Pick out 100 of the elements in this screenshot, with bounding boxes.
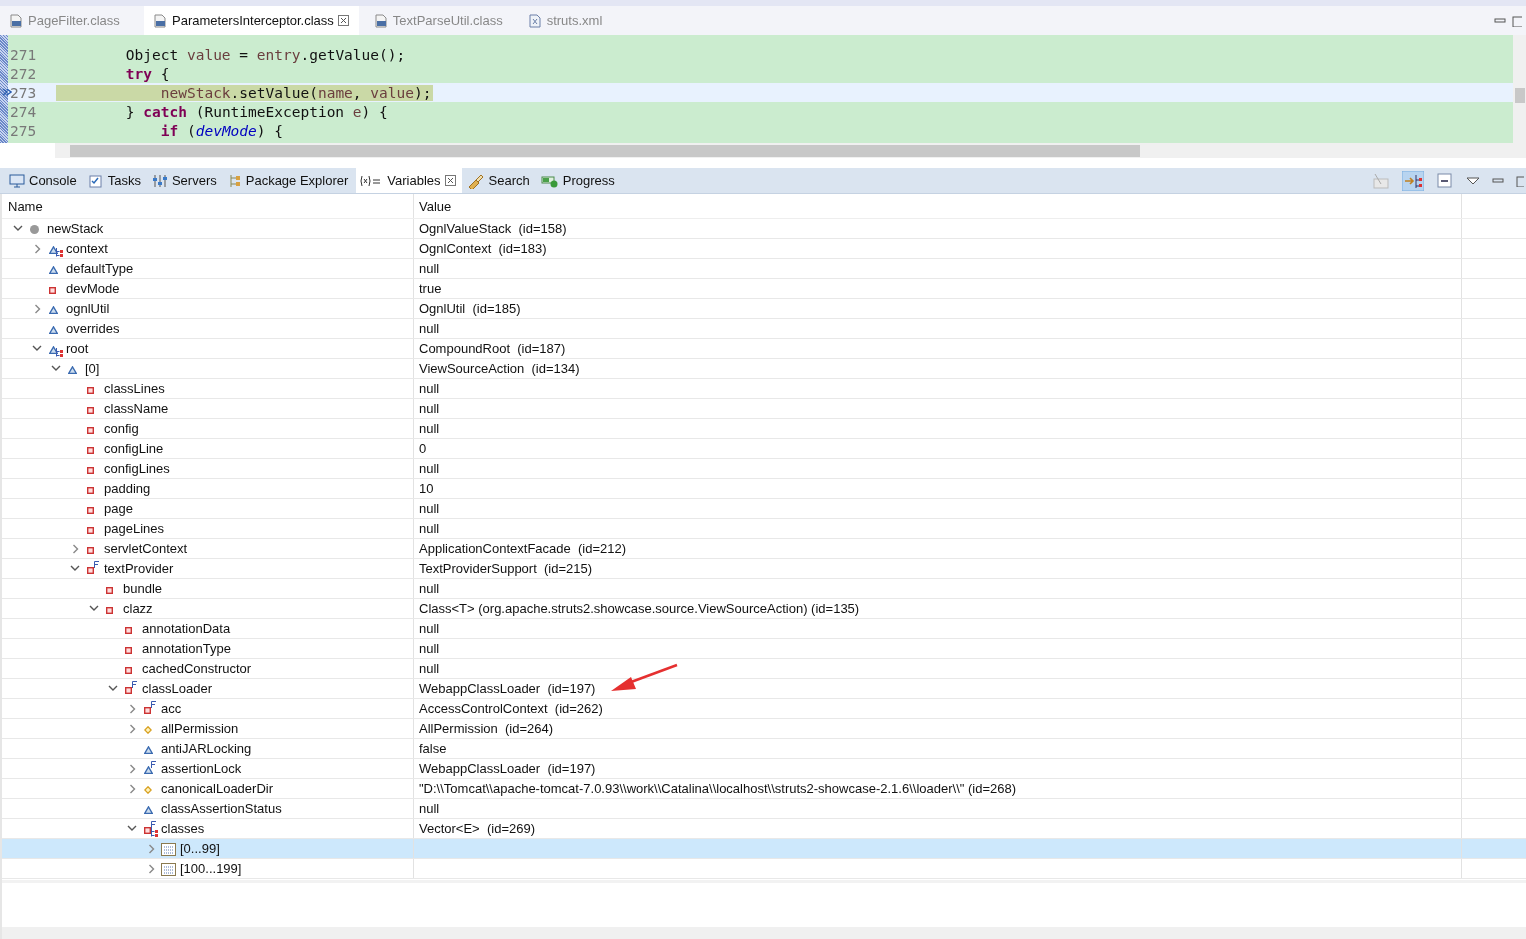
chevron-down-icon[interactable] (13, 225, 23, 232)
tree-row[interactable]: classLoader WebappClassLoader (id=197) (2, 679, 1526, 699)
column-header[interactable]: Name (8, 198, 43, 214)
variable-name: context (66, 241, 108, 256)
variable-name: antiJARLocking (161, 741, 252, 756)
tree-row[interactable]: configLines null (2, 459, 1526, 479)
sliders-icon (151, 173, 168, 188)
line-number: 272 (9, 65, 38, 82)
collapse-all-icon[interactable] (1436, 171, 1454, 190)
tree-row[interactable]: defaultType null (2, 259, 1526, 279)
variable-value: null (419, 321, 440, 336)
tree-row[interactable]: context OgnlContext (id=183) (2, 239, 1526, 259)
variable-name: clazz (123, 601, 153, 616)
tree-row[interactable]: devMode true (2, 279, 1526, 299)
tree-row[interactable]: clazz Class<T> (org.apache.struts2.showcase.source.ViewSourceAction) (id=135) (2, 599, 1526, 619)
arrow-hierarchy-icon[interactable] (1402, 170, 1424, 191)
column-header[interactable]: Value (419, 198, 452, 214)
maximize-icon[interactable] (1516, 174, 1524, 187)
tree-row[interactable]: ognlUtil OgnlUtil (id=185) (2, 299, 1526, 319)
tree-row[interactable]: [0...99] (2, 839, 1526, 859)
tree-row[interactable]: [0] ViewSourceAction (id=134) (2, 359, 1526, 379)
chevron-down-icon[interactable] (127, 825, 137, 832)
chevron-right-icon[interactable] (128, 723, 136, 734)
view-tab[interactable]: Package Explorer (224, 168, 355, 193)
chevron-right-icon[interactable] (128, 703, 136, 714)
tree-row[interactable]: overrides null (2, 319, 1526, 339)
chevron-down-icon[interactable] (89, 605, 99, 612)
tree-row[interactable]: classAssertionStatus null (2, 799, 1526, 819)
vertical-scrollbar[interactable] (1513, 35, 1526, 143)
monitor-icon (9, 173, 25, 188)
close-icon[interactable] (337, 15, 349, 26)
chevron-down-icon[interactable] (70, 565, 80, 572)
tree-row[interactable]: root CompoundRoot (id=187) (2, 339, 1526, 359)
tree-row[interactable]: [100...199] (2, 859, 1526, 879)
view-tab[interactable]: Servers (148, 168, 223, 193)
variable-value: ViewSourceAction (id=134) (419, 361, 580, 376)
chevron-right-icon[interactable] (147, 863, 155, 874)
tree-row[interactable]: allPermission AllPermission (id=264) (2, 719, 1526, 739)
variable-name: [0] (85, 361, 100, 376)
chevron-right-icon[interactable] (71, 543, 79, 554)
variable-name: defaultType (66, 261, 134, 276)
view-tab[interactable]: Progress (537, 168, 621, 193)
class-file-icon (8, 12, 24, 29)
remove-all-icon[interactable] (1370, 171, 1390, 190)
variable-name: cachedConstructor (142, 661, 252, 676)
chevron-right-icon[interactable] (128, 763, 136, 774)
variable-name: configLine (104, 441, 164, 456)
tree-row[interactable]: annotationData null (2, 619, 1526, 639)
maximize-icon[interactable] (1512, 14, 1522, 27)
tree-row[interactable]: padding 10 (2, 479, 1526, 499)
tree-row[interactable]: configLine 0 (2, 439, 1526, 459)
variable-name: overrides (66, 321, 120, 336)
tree-row[interactable]: antiJARLocking false (2, 739, 1526, 759)
chevron-down-icon[interactable] (108, 685, 118, 692)
variable-value: AllPermission (id=264) (419, 721, 554, 736)
tree-row[interactable]: annotationType null (2, 639, 1526, 659)
tree-row[interactable]: newStack OgnlValueStack (id=158) (2, 219, 1526, 239)
code-line: if (devMode) { (159, 122, 284, 139)
clipboard-icon (87, 173, 104, 188)
variable-value: null (419, 461, 440, 476)
tree-row[interactable]: bundle null (2, 579, 1526, 599)
tree-row[interactable]: page null (2, 499, 1526, 519)
tree-row[interactable]: textProvider TextProviderSupport (id=215) (2, 559, 1526, 579)
tree-row[interactable]: className null (2, 399, 1526, 419)
view-tab[interactable]: Search (463, 168, 536, 193)
code-line: Object value = entry.getValue(); (124, 46, 407, 63)
tree-row[interactable]: canonicalLoaderDir "D:\\Tomcat\\apache-tomcat-7.0.93\\work\\Catalina\\localhost\\struts2-showcase-2.1.6\\loader\\" (id=268) (2, 779, 1526, 799)
tree-row[interactable]: classLines null (2, 379, 1526, 399)
editor-tab[interactable]: ParametersInterceptor.class (144, 6, 359, 35)
chevron-down-icon[interactable] (32, 345, 42, 352)
close-icon[interactable] (444, 175, 456, 186)
variable-value: "D:\\Tomcat\\apache-tomcat-7.0.93\\work\\Catalina\\localhost\\struts2-showcase-2.1.6\\loader\\" (id=268) (419, 781, 1017, 796)
horizontal-scrollbar[interactable] (55, 143, 1526, 158)
view-tab[interactable]: Tasks (84, 168, 147, 193)
variable-name: classAssertionStatus (161, 801, 282, 816)
variable-value: true (419, 281, 442, 296)
chevron-right-icon[interactable] (128, 783, 136, 794)
tree-row[interactable]: acc AccessControlContext (id=262) (2, 699, 1526, 719)
tree-row[interactable]: config null (2, 419, 1526, 439)
tree-row[interactable]: servletContext ApplicationContextFacade (id=212) (2, 539, 1526, 559)
variable-value: TextProviderSupport (id=215) (419, 561, 593, 576)
view-tab[interactable]: Variables (356, 168, 462, 193)
variable-name: acc (161, 701, 182, 716)
view-menu-icon[interactable] (1466, 175, 1480, 186)
variable-name: newStack (47, 221, 104, 236)
variable-value: Vector<E> (id=269) (419, 821, 535, 836)
tree-row[interactable]: assertionLock WebappClassLoader (id=197) (2, 759, 1526, 779)
view-tab[interactable]: Console (6, 168, 83, 193)
variable-value: OgnlValueStack (id=158) (419, 221, 567, 236)
variable-name: pageLines (104, 521, 164, 536)
chevron-right-icon[interactable] (33, 303, 41, 314)
chevron-right-icon[interactable] (33, 243, 41, 254)
hierarchy-icon (227, 173, 242, 188)
chevron-right-icon[interactable] (147, 843, 155, 854)
variable-value: CompoundRoot (id=187) (419, 341, 566, 356)
tree-row[interactable]: cachedConstructor null (2, 659, 1526, 679)
horizontal-scrollbar[interactable] (2, 927, 1526, 939)
variable-name: annotationData (142, 621, 231, 636)
chevron-down-icon[interactable] (51, 365, 61, 372)
tree-row[interactable]: pageLines null (2, 519, 1526, 539)
